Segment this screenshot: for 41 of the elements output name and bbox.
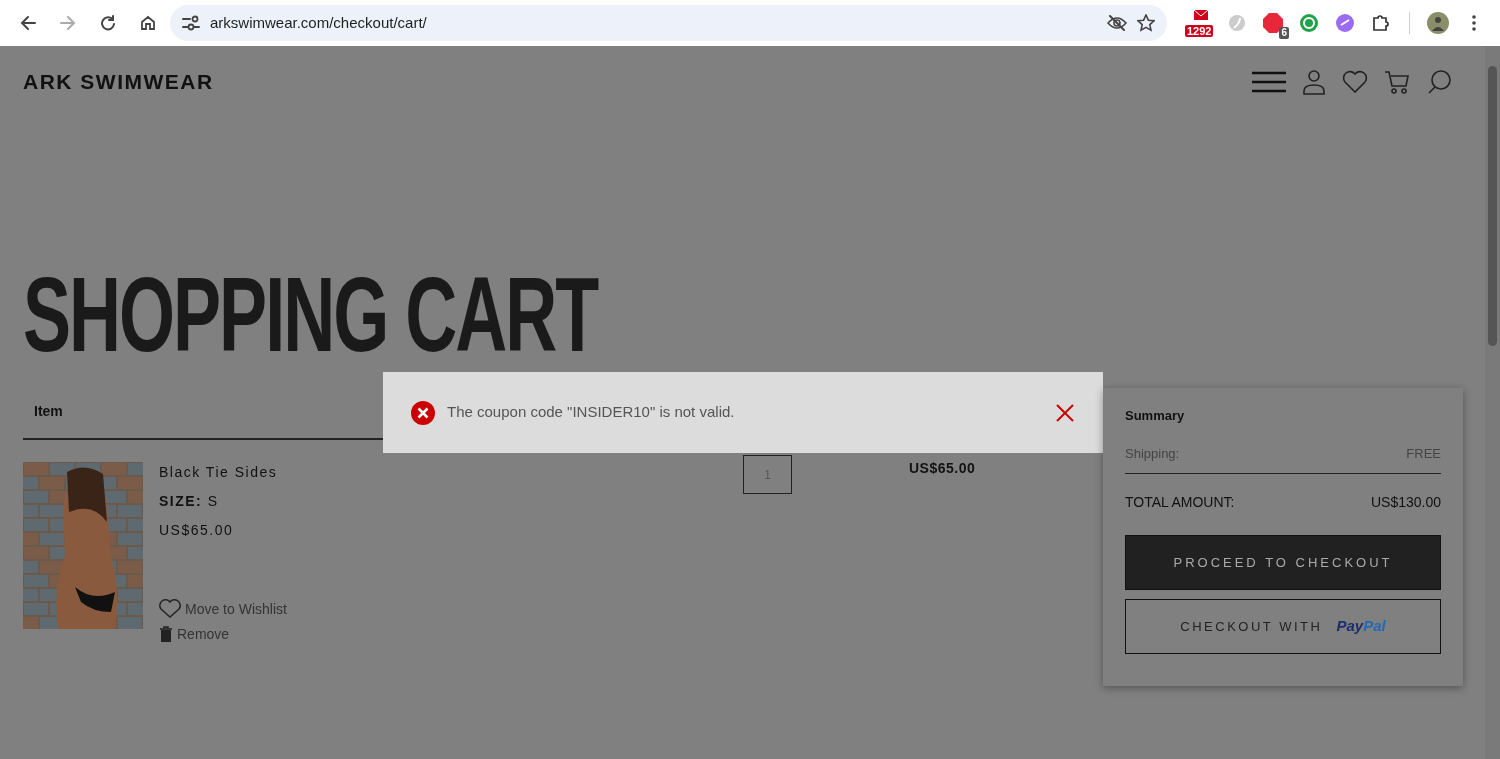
wishlist-link[interactable]: Move to Wishlist	[159, 598, 287, 620]
extension-badge: 1292	[1185, 25, 1214, 37]
reload-icon[interactable]	[100, 15, 116, 31]
puzzle-icon[interactable]	[1371, 13, 1391, 33]
bookmark-star-icon[interactable]	[1137, 14, 1155, 32]
site-settings-icon[interactable]	[182, 15, 200, 31]
account-icon[interactable]	[1302, 68, 1326, 95]
extension-badge: 6	[1279, 27, 1289, 39]
checkout-button[interactable]: PROCEED TO CHECKOUT	[1125, 535, 1441, 590]
site-logo[interactable]: ARK SWIMWEAR	[23, 66, 214, 98]
error-message: The coupon code "INSIDER10" is not valid.	[447, 402, 736, 423]
product-name[interactable]: Black Tie Sides	[159, 461, 278, 483]
summary-title: Summary	[1125, 407, 1185, 425]
cart-icon[interactable]	[1384, 68, 1410, 95]
home-icon[interactable]	[140, 15, 156, 31]
scrollbar[interactable]	[1485, 46, 1500, 759]
trash-icon	[159, 626, 173, 642]
remove-link[interactable]: Remove	[159, 623, 230, 645]
product-price: US$65.00	[159, 520, 234, 540]
menu-icon[interactable]	[1252, 70, 1286, 93]
shipping-value: FREE	[1406, 444, 1441, 463]
profile-avatar-icon[interactable]	[1426, 11, 1450, 35]
more-menu-icon[interactable]	[1471, 14, 1477, 32]
back-icon[interactable]	[20, 15, 36, 31]
eye-crossed-icon[interactable]	[1107, 15, 1127, 31]
error-icon	[411, 400, 435, 425]
ring-icon[interactable]	[1299, 13, 1319, 33]
line-total: US$65.00	[909, 458, 976, 478]
heart-icon	[159, 599, 181, 619]
wishlist-heart-icon[interactable]	[1342, 69, 1368, 94]
column-header: Item	[34, 402, 63, 419]
pen-circle-icon[interactable]	[1335, 13, 1355, 33]
paypal-checkout-button[interactable]: CHECKOUT WITH PayPal	[1125, 599, 1441, 654]
stop-sign-icon[interactable]	[1263, 13, 1283, 33]
product-size: SIZE: S	[159, 491, 219, 511]
total-label: TOTAL AMOUNT:	[1125, 493, 1235, 512]
mail-icon[interactable]	[1194, 10, 1208, 20]
search-icon[interactable]	[1426, 68, 1452, 95]
shipping-label: Shipping:	[1125, 444, 1180, 463]
total-value: US$130.00	[1370, 493, 1441, 512]
page-title: SHOPPING CART	[23, 260, 598, 367]
